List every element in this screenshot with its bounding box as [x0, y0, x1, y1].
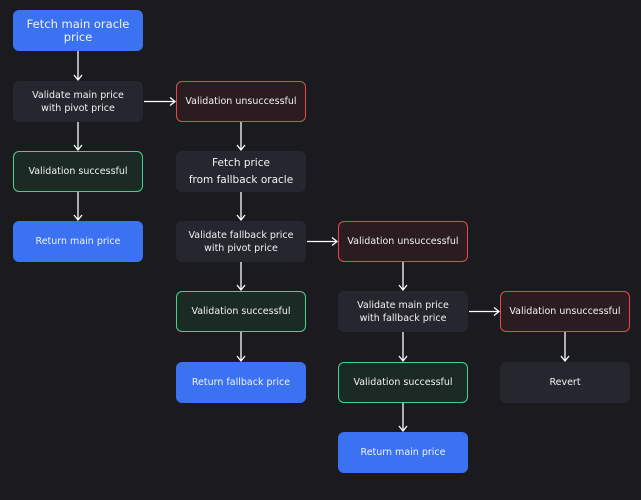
- arrow-fail-3-to-revert: [560, 332, 570, 363]
- arrow-validate-fallback-pivot-to-fail-2: [307, 236, 339, 247]
- node-label: Revert: [549, 377, 581, 388]
- arrow-fail-1-to-fetch-fallback: [236, 122, 246, 152]
- node-label: Validate fallback price with pivot price: [188, 229, 294, 254]
- node-fail-2: Validation unsuccessful: [338, 221, 468, 262]
- node-fail-1: Validation unsuccessful: [176, 81, 306, 122]
- node-validate-main-fallback: Validate main price with fallback price: [338, 291, 468, 332]
- node-label: Return main price: [35, 236, 121, 247]
- node-label: Fetch price from fallback oracle: [188, 156, 294, 186]
- node-label: Return main price: [360, 447, 446, 458]
- arrow-validate-main-fallback-to-fail-3: [469, 306, 501, 317]
- node-success-2: Validation successful: [176, 291, 306, 332]
- node-fetch-main: Fetch main oracle price: [13, 10, 143, 51]
- arrow-fetch-fallback-to-validate-fallback-pivot: [236, 192, 246, 222]
- node-fetch-fallback: Fetch price from fallback oracle: [176, 151, 306, 192]
- arrow-validate-main-pivot-to-success-1: [73, 122, 83, 152]
- node-label: Validation unsuccessful: [509, 306, 621, 317]
- node-label: Validate main price with pivot price: [32, 89, 124, 114]
- arrow-success-2-to-return-fallback: [236, 332, 246, 363]
- node-revert: Revert: [500, 362, 630, 403]
- arrow-fetch-main-to-validate-main-pivot: [73, 51, 83, 82]
- node-return-main-1: Return main price: [13, 221, 143, 262]
- arrow-validate-main-pivot-to-fail-1: [144, 96, 177, 107]
- node-success-3: Validation successful: [338, 362, 468, 403]
- arrow-validate-main-fallback-to-success-3: [398, 332, 408, 363]
- node-success-1: Validation successful: [13, 151, 143, 192]
- node-fail-3: Validation unsuccessful: [500, 291, 630, 332]
- arrow-success-3-to-return-main-2: [398, 403, 408, 433]
- node-label: Return fallback price: [191, 377, 291, 388]
- arrow-success-1-to-return-main-1: [73, 192, 83, 222]
- node-label: Validation unsuccessful: [185, 96, 297, 107]
- node-label: Validation successful: [28, 166, 128, 177]
- node-label: Validation unsuccessful: [347, 236, 459, 247]
- arrow-fail-2-to-validate-main-fallback: [398, 262, 408, 292]
- node-label: Validation successful: [353, 377, 453, 388]
- node-validate-fallback-pivot: Validate fallback price with pivot price: [176, 221, 306, 262]
- arrow-validate-fallback-pivot-to-success-2: [236, 262, 246, 292]
- node-return-fallback: Return fallback price: [176, 362, 306, 403]
- node-return-main-2: Return main price: [338, 432, 468, 473]
- node-validate-main-pivot: Validate main price with pivot price: [13, 81, 143, 122]
- node-label: Validation successful: [191, 306, 291, 317]
- node-label: Fetch main oracle price: [26, 16, 130, 44]
- node-label: Validate main price with fallback price: [357, 299, 449, 324]
